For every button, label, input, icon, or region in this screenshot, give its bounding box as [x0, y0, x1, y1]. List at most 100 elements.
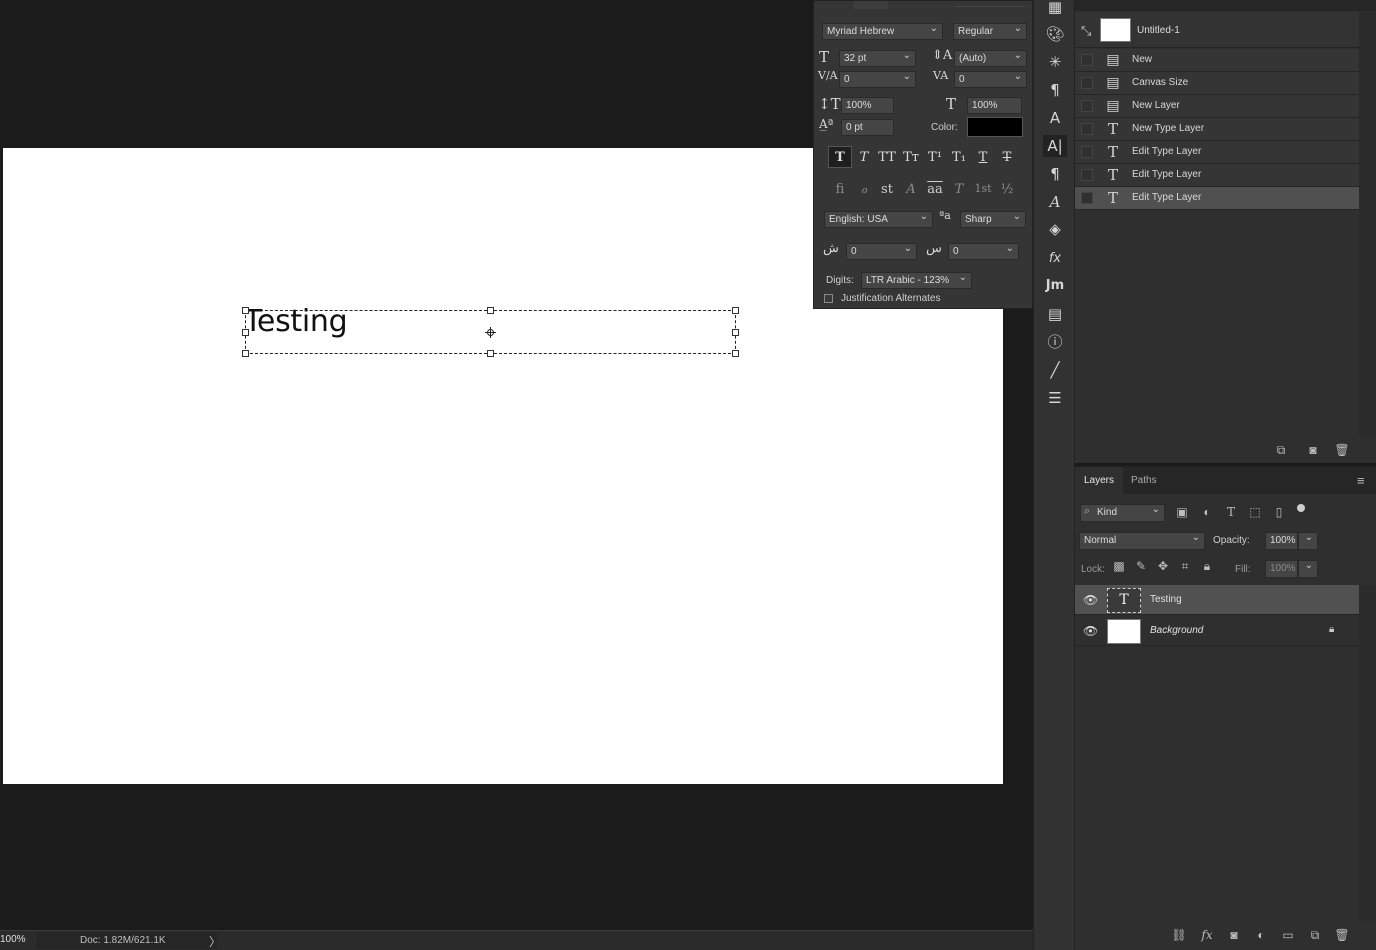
antialiasing-dropdown[interactable]: Sharp: [960, 209, 1026, 228]
adjustments-icon[interactable]: ☰: [1043, 387, 1067, 409]
contextual-alternates-button[interactable]: ℴ: [853, 182, 875, 197]
horizontal-scale-field[interactable]: 100%: [967, 97, 1022, 114]
filter-smart-objects-icon[interactable]: ▯: [1269, 505, 1289, 519]
fill-field[interactable]: 100%: [1265, 560, 1298, 578]
status-menu-arrow-icon[interactable]: 〉: [209, 933, 221, 950]
subscript-button[interactable]: T₁: [948, 150, 970, 165]
digits-dropdown[interactable]: LTR Arabic - 123%: [861, 270, 972, 289]
lock-artboard-icon[interactable]: ⌗: [1175, 559, 1195, 574]
color-swatch[interactable]: [967, 117, 1023, 137]
trash-icon[interactable]: 🗑︎: [1332, 443, 1352, 457]
language-dropdown[interactable]: English: USA: [824, 209, 933, 228]
layer-row-testing[interactable]: 👁︎ T Testing: [1075, 585, 1359, 615]
transform-handle-top-left[interactable]: [242, 307, 249, 314]
transform-handle-middle-right[interactable]: [732, 329, 739, 336]
glyphs-icon[interactable]: A: [1043, 191, 1067, 213]
history-brush-source-checkbox[interactable]: [1081, 77, 1093, 89]
history-item[interactable]: ▤ Canvas Size: [1075, 72, 1359, 95]
reference-point-icon[interactable]: [485, 327, 496, 338]
visibility-eye-icon[interactable]: 👁︎: [1083, 624, 1098, 638]
baseline-shift-field[interactable]: 0 pt: [841, 119, 894, 136]
filter-type-layers-icon[interactable]: T: [1221, 505, 1241, 519]
new-document-from-state-icon[interactable]: ⧉: [1271, 443, 1291, 458]
small-caps-button[interactable]: Tт: [900, 150, 922, 165]
character-icon[interactable]: A|: [1043, 135, 1067, 157]
stylistic-alternates-button[interactable]: aa: [924, 182, 946, 197]
history-item[interactable]: ▤ New: [1075, 49, 1359, 72]
visibility-eye-icon[interactable]: 👁︎: [1083, 593, 1098, 607]
fractions-button[interactable]: ½: [996, 182, 1018, 197]
blend-mode-dropdown[interactable]: Normal: [1079, 530, 1205, 550]
transform-handle-bottom-right[interactable]: [732, 350, 739, 357]
layer-filter-kind-dropdown[interactable]: Kind: [1080, 502, 1165, 522]
character-style-icon[interactable]: A: [1043, 107, 1067, 129]
filter-shape-layers-icon[interactable]: ⬚: [1245, 505, 1265, 519]
vertical-scale-field[interactable]: 100%: [841, 97, 894, 114]
layer-name[interactable]: Background: [1150, 625, 1203, 636]
history-brush-source-checkbox[interactable]: [1081, 54, 1093, 66]
history-brush-source-checkbox[interactable]: [1081, 192, 1093, 204]
new-layer-icon[interactable]: ⧉: [1305, 928, 1325, 943]
lock-all-icon[interactable]: 🔒︎: [1197, 559, 1217, 574]
tracking-field[interactable]: 0: [954, 69, 1027, 88]
titling-alternates-button[interactable]: T: [948, 182, 970, 197]
arabic-spacing-field-1[interactable]: 0: [846, 241, 917, 260]
history-item[interactable]: ▤ New Layer: [1075, 95, 1359, 118]
delete-layer-icon[interactable]: 🗑︎: [1332, 928, 1352, 942]
layers-scrollbar[interactable]: [1359, 585, 1376, 921]
swash-button[interactable]: A: [900, 182, 922, 197]
canvas-text-content[interactable]: Testing: [244, 304, 348, 339]
discretionary-ligatures-button[interactable]: st: [876, 182, 898, 197]
history-item[interactable]: T New Type Layer: [1075, 118, 1359, 141]
history-scrollbar[interactable]: [1359, 12, 1376, 437]
link-layers-icon[interactable]: ⛓: [1169, 928, 1189, 942]
superscript-button[interactable]: T¹: [924, 150, 946, 165]
new-adjustment-layer-icon[interactable]: ◐: [1251, 928, 1271, 942]
camera-icon[interactable]: ◙: [1303, 443, 1323, 457]
kerning-field[interactable]: 0: [839, 69, 916, 88]
history-brush-source-icon[interactable]: ⤡: [1081, 23, 1091, 39]
grid-icon[interactable]: ▦: [1043, 0, 1067, 18]
ligatures-button[interactable]: fi: [829, 182, 851, 197]
3d-icon[interactable]: ◈: [1043, 218, 1067, 240]
history-snapshot-row[interactable]: ⤡ Untitled-1: [1075, 12, 1359, 48]
fx-icon[interactable]: fx: [1043, 248, 1067, 270]
transform-handle-bottom-center[interactable]: [487, 350, 494, 357]
paragraph-style-icon[interactable]: ¶: [1043, 79, 1067, 101]
transform-handle-top-right[interactable]: [732, 307, 739, 314]
compass-icon[interactable]: ✳: [1043, 51, 1067, 73]
layer-name[interactable]: Testing: [1150, 594, 1182, 605]
font-size-field[interactable]: 32 pt: [839, 48, 916, 67]
info-icon[interactable]: ⓘ: [1043, 331, 1067, 353]
new-group-icon[interactable]: ▭: [1278, 928, 1298, 942]
underline-button[interactable]: T: [972, 150, 994, 165]
lock-image-pixels-icon[interactable]: ✎: [1131, 559, 1151, 573]
tab-paths[interactable]: Paths: [1122, 467, 1166, 494]
lock-transparent-pixels-icon[interactable]: ▩: [1109, 559, 1129, 573]
history-item[interactable]: T Edit Type Layer: [1075, 141, 1359, 164]
paragraph-icon[interactable]: ¶: [1043, 163, 1067, 185]
tab-layers[interactable]: Layers: [1075, 467, 1124, 494]
palette-icon[interactable]: 🎨︎: [1043, 23, 1067, 45]
transform-handle-top-center[interactable]: [487, 307, 494, 314]
history-brush-source-checkbox[interactable]: [1081, 169, 1093, 181]
filter-adjustment-layers-icon[interactable]: ◐: [1197, 505, 1217, 519]
filter-toggle-icon[interactable]: [1297, 504, 1305, 512]
transform-handle-middle-left[interactable]: [242, 329, 249, 336]
brush-icon[interactable]: ╱: [1043, 359, 1067, 381]
history-item[interactable]: T Edit Type Layer: [1075, 164, 1359, 187]
opacity-field[interactable]: 100%: [1265, 532, 1298, 550]
history-brush-source-checkbox[interactable]: [1081, 100, 1093, 112]
layer-style-fx-icon[interactable]: fx: [1197, 928, 1217, 942]
faux-italic-button[interactable]: T: [853, 150, 875, 165]
transform-handle-bottom-left[interactable]: [242, 350, 249, 357]
faux-bold-button[interactable]: T: [829, 150, 851, 165]
fill-slider-toggle[interactable]: [1298, 558, 1318, 578]
jm-icon[interactable]: Jm: [1043, 275, 1067, 297]
history-brush-source-checkbox[interactable]: [1081, 123, 1093, 135]
opacity-slider-toggle[interactable]: [1298, 530, 1318, 550]
history-item-selected[interactable]: T Edit Type Layer: [1075, 187, 1359, 210]
history-brush-source-checkbox[interactable]: [1081, 146, 1093, 158]
lock-position-icon[interactable]: ✥: [1153, 559, 1173, 573]
justification-alternates-checkbox[interactable]: [824, 294, 833, 303]
